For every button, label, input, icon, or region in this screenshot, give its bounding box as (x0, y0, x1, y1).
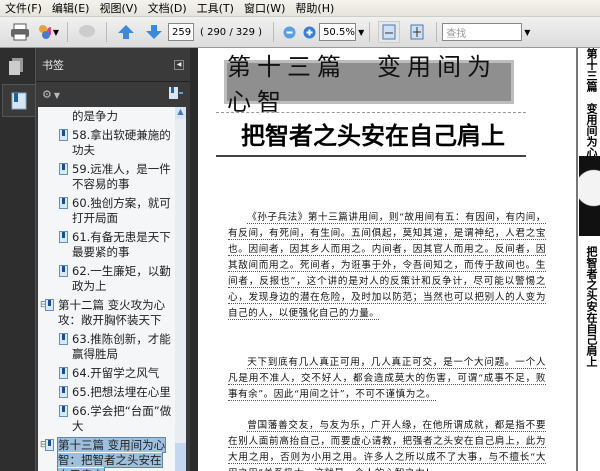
bookmark-item[interactable]: 65.把想法埋在心里 (38, 383, 186, 402)
bookmark-label: 65.把想法埋在心里 (72, 385, 171, 399)
bookmark-label: 60.独创方案，就可打开局面 (72, 196, 171, 225)
menu-tools[interactable]: 工具(T) (194, 0, 241, 16)
bookmark-icon (59, 163, 68, 175)
options-menu-button[interactable]: ⚙ ▼ (42, 88, 60, 101)
bookmark-item[interactable]: 61.有备无患是天下最要紧的事 (38, 228, 186, 262)
bookmark-icon (59, 129, 68, 141)
chapter-title: 把智者之头安在自己肩上 (241, 121, 505, 150)
bookmark-item[interactable]: ⊟第十三篇 变用间为心智：把智者之头安在自己肩上 (38, 436, 186, 471)
bookmark-item[interactable]: 64.开留学之风气 (38, 364, 186, 383)
page-border (576, 48, 578, 471)
bookmarks-panel: 书签 ◀ ⚙ ▼ 的是争力 58.拿出软硬兼施的功夫 59.远准人，是一件不容易的事 60… (35, 48, 190, 471)
bookmark-item[interactable]: 63.推陈创新，才能赢得胜局 (38, 330, 186, 364)
collaborate-button[interactable]: ▼ (37, 21, 59, 43)
zoom-dropdown[interactable]: ▼ (358, 28, 364, 37)
expand-bookmark-button[interactable] (168, 86, 184, 103)
printer-icon (11, 23, 29, 41)
print-button[interactable] (9, 21, 31, 43)
search-input[interactable]: 查找 (442, 23, 523, 41)
zoom-out-button[interactable] (282, 21, 296, 43)
bookmark-item[interactable]: 的是争力 (38, 107, 186, 126)
panel-resize-bar[interactable] (190, 48, 198, 471)
menu-bar: 文件(F) 编辑(E) 视图(V) 文档(D) 工具(T) 窗口(W) 帮助(H… (0, 0, 600, 17)
fit-page-icon (410, 24, 424, 40)
bookmark-item[interactable]: 60.独创方案，就可打开局面 (38, 194, 186, 228)
bookmark-item[interactable]: ⊟ 第十二篇 变火攻为心攻：敞开胸怀装天下 (38, 296, 186, 330)
paragraph-1: 《孙子兵法》第十三篇讲用间，则“故用间有五：有因间，有内间，有反间，有死间，有生… (228, 212, 546, 320)
next-page-button[interactable] (143, 21, 165, 43)
people-icon (39, 25, 51, 39)
toolbar: ▼ 259 ( 290 / 329 ) 50.5% ▼ 查找 ▼ (0, 17, 600, 48)
bookmarks-button[interactable] (2, 84, 35, 117)
bookmark-icon (59, 386, 68, 398)
portrait-image (579, 156, 600, 236)
fit-page-button[interactable] (406, 21, 428, 43)
menu-document[interactable]: 文档(D) (145, 0, 194, 16)
bookmark-label: 第十二篇 变火攻为心攻：敞开胸怀装天下 (58, 298, 166, 327)
paragraph-2: 天下到底有几人真正可用，几人真正可交，是一个大问题。一个人凡是用不准人，交不好人… (228, 357, 546, 401)
bookmark-label: 的是争力 (72, 109, 118, 123)
bookmark-icon (11, 92, 27, 109)
document-view: 第十三篇 变用间为心智 把智者之头安在自己肩上 《孙子兵法》第十三篇讲用间，则“… (198, 48, 600, 471)
zoom-in-button[interactable] (302, 21, 316, 43)
gear-icon: ⚙ (42, 88, 52, 101)
fit-width-icon (382, 24, 396, 40)
arrow-up-icon (118, 25, 134, 39)
panel-title: 书签 (42, 58, 64, 72)
bookmark-label: 第十三篇 变用间为心智：把智者之头安在自己肩上 (56, 437, 167, 471)
minus-circle-icon (283, 26, 296, 38)
bookmark-scrollbar[interactable]: ▲ (175, 107, 186, 471)
menu-window[interactable]: 窗口(W) (241, 0, 292, 16)
bookmark-label: 64.开留学之风气 (72, 366, 160, 380)
bookmark-icon (59, 405, 68, 417)
fit-width-button[interactable] (378, 21, 401, 43)
paragraph-3: 曾国藩善交友，与友为乐，广开人缘，在他所谓成就，都是指不要在别人面前高抬自己，而… (228, 418, 546, 471)
comment-button[interactable] (76, 21, 98, 43)
search-dropdown[interactable]: ▼ (524, 28, 530, 37)
page-number-input[interactable]: 259 (168, 23, 194, 41)
arrow-down-icon (146, 25, 162, 39)
menu-edit[interactable]: 编辑(E) (49, 0, 97, 16)
bookmark-label: 62.一生廉矩，以勤政为上 (72, 264, 171, 293)
bookmark-icon (45, 299, 54, 311)
bookmark-icon (59, 231, 68, 243)
scroll-up-button[interactable]: ▲ (175, 107, 186, 119)
scroll-thumb[interactable] (175, 443, 186, 471)
menu-file[interactable]: 文件(F) (2, 0, 49, 16)
collapse-panel-button[interactable]: ◀ (174, 59, 184, 70)
pages-button[interactable] (8, 58, 24, 79)
bookmark-tree: 的是争力 58.拿出软硬兼施的功夫 59.远准人，是一件不容易的事 60.独创方案，就… (38, 107, 186, 471)
plus-circle-icon (303, 26, 316, 38)
bookmark-item[interactable]: 62.一生廉矩，以勤政为上 (38, 262, 186, 296)
page-info: ( 290 / 329 ) (200, 26, 263, 38)
menu-help[interactable]: 帮助(H) (292, 0, 341, 16)
bookmark-label: 61.有备无患是天下最要紧的事 (72, 230, 171, 259)
bookmark-label: 59.远准人，是一件不容易的事 (72, 162, 171, 191)
next-page-title: 把智者之头安在自己肩上 (585, 246, 598, 367)
bookmark-label: 66.学会把“台面”做大 (72, 404, 172, 433)
bookmark-icon (59, 265, 68, 277)
bookmark-item[interactable]: 58.拿出软硬兼施的功夫 (38, 126, 186, 160)
bookmark-item[interactable]: 59.远准人，是一件不容易的事 (38, 160, 186, 194)
navigation-strip (0, 48, 35, 471)
bookmark-label: 63.推陈创新，才能赢得胜局 (72, 332, 171, 361)
speech-bubble-icon (79, 25, 95, 37)
bookmark-label: 58.拿出软硬兼施的功夫 (72, 128, 171, 157)
chapter-banner: 第十三篇 变用间为心智 (224, 53, 514, 116)
bookmark-icon (59, 197, 68, 209)
next-page: 第十三篇 变用间为心智： 把智者之头安在自己肩上 (579, 48, 600, 471)
pages-icon (9, 58, 23, 75)
bookmark-item[interactable]: 66.学会把“台面”做大 (38, 402, 186, 436)
bookmark-expand-icon (169, 87, 183, 99)
previous-page-button[interactable] (115, 21, 137, 43)
bookmark-icon (59, 367, 68, 379)
zoom-input[interactable]: 50.5% (319, 23, 357, 41)
menu-view[interactable]: 视图(V) (96, 0, 144, 16)
bookmark-icon (45, 439, 54, 451)
bookmark-icon (59, 333, 68, 345)
